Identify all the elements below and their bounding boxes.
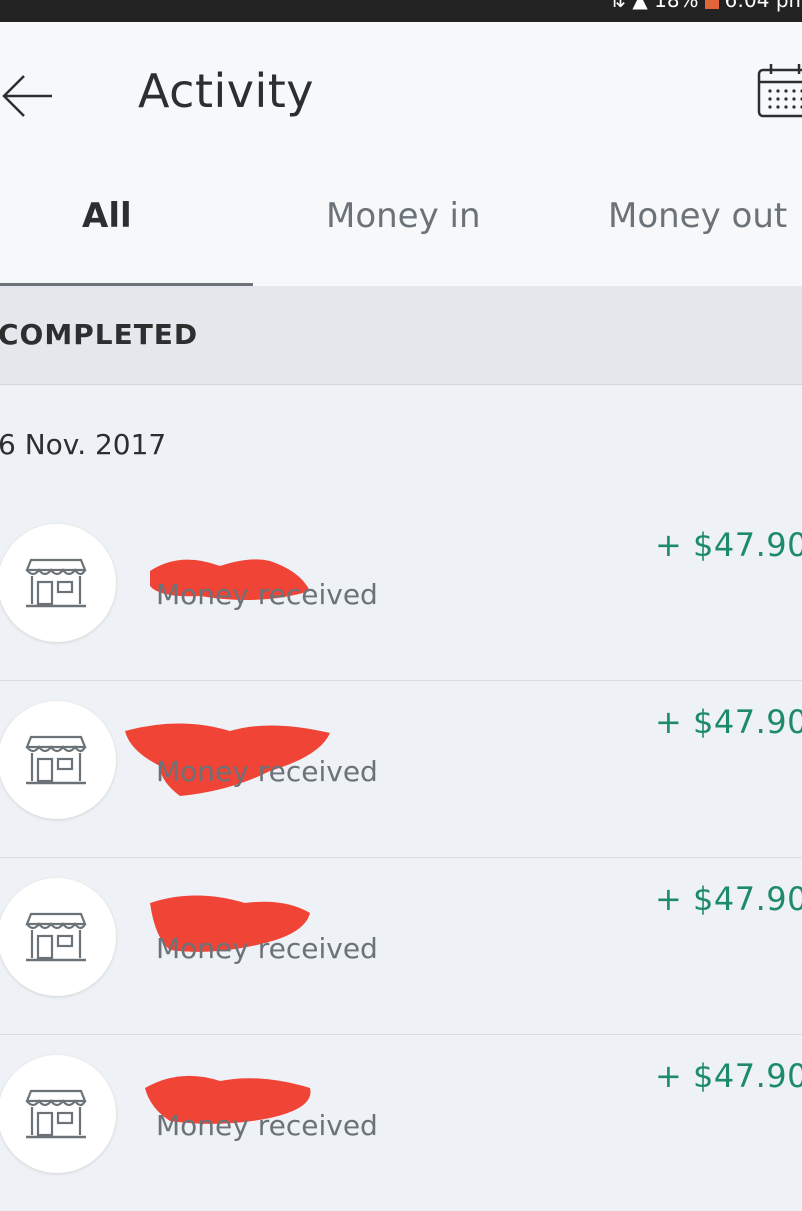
calendar-icon [757,64,802,118]
transaction-row[interactable]: Money received + $47.90 [0,681,802,858]
page-title: Activity [138,64,315,118]
avatar [0,878,116,996]
tab-bar: All Money in Money out [0,160,802,286]
transaction-subtitle: Money received [156,1109,378,1142]
store-icon [25,735,87,785]
avatar [0,524,116,642]
status-bar: ⇅ ▲ 18% 6:04 pm [0,0,802,22]
tab-money-out[interactable]: Money out [608,196,787,236]
app-bar: Activity [0,22,802,160]
transaction-subtitle: Money received [156,755,378,788]
avatar [0,701,116,819]
store-icon [25,1089,87,1139]
clock: 6:04 pm [724,0,802,12]
transaction-amount: + $47.90 [655,1057,802,1095]
date-label: 6 Nov. 2017 [0,428,167,461]
transaction-subtitle: Money received [156,578,378,611]
store-icon [25,912,87,962]
store-icon [25,558,87,608]
calendar-button[interactable] [756,62,802,122]
signal-icon: ⇅ ▲ [609,0,655,12]
section-label: COMPLETED [0,318,199,351]
tab-all[interactable]: All [82,196,132,236]
transaction-amount: + $47.90 [655,526,802,564]
transaction-row[interactable]: Money received + $47.90 [0,858,802,1035]
transaction-row[interactable]: Money received + $47.90 [0,1035,802,1211]
transaction-row[interactable]: Money received + $47.90 [0,504,802,681]
back-button[interactable] [0,66,60,126]
status-icons: ⇅ ▲ 18% 6:04 pm [609,0,802,12]
avatar [0,1055,116,1173]
transaction-amount: + $47.90 [655,703,802,741]
battery-percent: 18% [654,0,699,12]
transaction-amount: + $47.90 [655,880,802,918]
arrow-left-icon [2,75,52,117]
tab-money-in[interactable]: Money in [326,196,481,236]
battery-icon [704,0,719,9]
transaction-subtitle: Money received [156,932,378,965]
section-header: COMPLETED [0,286,802,385]
